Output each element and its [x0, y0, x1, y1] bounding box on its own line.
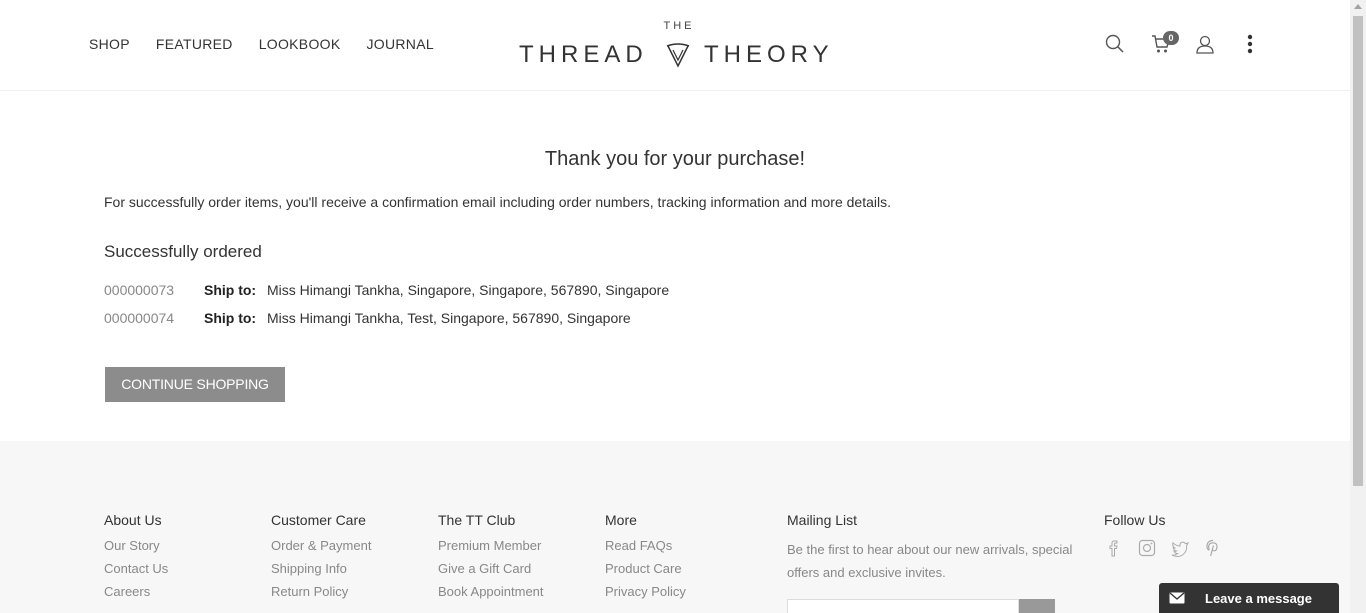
footer-link[interactable]: Our Story: [104, 538, 168, 553]
scroll-thumb[interactable]: [1353, 16, 1363, 486]
ship-to-label: Ship to:: [204, 310, 257, 326]
site-logo[interactable]: THE THREAD THEORY: [519, 20, 831, 72]
page-title: Thank you for your purchase!: [544, 148, 806, 170]
footer-more: More Read FAQs Product Care Privacy Poli…: [605, 512, 686, 607]
chat-label: Leave a message: [1205, 591, 1312, 606]
footer-heading: About Us: [104, 512, 162, 528]
nav-lookbook[interactable]: LOOKBOOK: [259, 36, 341, 52]
footer-customer-care: Customer Care Order & Payment Shipping I…: [271, 512, 371, 607]
instagram-icon[interactable]: [1137, 538, 1157, 558]
site-header: SHOP FEATURED LOOKBOOK JOURNAL THE THREA…: [0, 0, 1350, 91]
footer-link[interactable]: Product Care: [605, 561, 686, 576]
continue-shopping-button[interactable]: CONTINUE SHOPPING: [105, 367, 285, 402]
footer-about: About Us Our Story Contact Us Careers: [104, 512, 168, 607]
nav-featured[interactable]: FEATURED: [156, 36, 233, 52]
more-vertical-icon[interactable]: [1246, 34, 1254, 54]
site-footer: About Us Our Story Contact Us Careers Cu…: [0, 441, 1350, 613]
footer-link[interactable]: Contact Us: [104, 561, 168, 576]
footer-heading: Follow Us: [1104, 512, 1166, 528]
main-nav: SHOP FEATURED LOOKBOOK JOURNAL: [89, 36, 460, 52]
order-row: 000000074 Ship to: Miss Himangi Tankha, …: [104, 310, 631, 326]
footer-heading: Mailing List: [787, 512, 858, 528]
logo-word-theory: THEORY: [704, 41, 834, 68]
footer-link[interactable]: Careers: [104, 584, 168, 599]
user-icon[interactable]: [1196, 35, 1214, 54]
ship-to-address: Miss Himangi Tankha, Test, Singapore, 56…: [267, 310, 631, 326]
envelope-icon: [1169, 592, 1185, 604]
footer-link[interactable]: Order & Payment: [271, 538, 371, 553]
successfully-ordered-heading: Successfully ordered: [104, 242, 262, 261]
footer-heading: Customer Care: [271, 512, 366, 528]
social-links: [1104, 538, 1223, 558]
ship-to-label: Ship to:: [204, 282, 257, 298]
confirmation-info-text: For successfully order items, you'll rec…: [104, 194, 892, 210]
logo-word-thread: THREAD: [519, 41, 648, 68]
footer-link[interactable]: Shipping Info: [271, 561, 371, 576]
footer-link[interactable]: Return Policy: [271, 584, 371, 599]
footer-heading: The TT Club: [438, 512, 516, 528]
search-icon[interactable]: [1105, 34, 1125, 54]
page-scrollbar[interactable]: [1350, 0, 1366, 613]
footer-link[interactable]: Book Appointment: [438, 584, 544, 599]
footer-heading: More: [605, 512, 637, 528]
newsletter-submit-button[interactable]: [1019, 599, 1055, 613]
footer-mailing-list: Mailing List Be the first to hear about …: [787, 512, 1077, 584]
newsletter-email-input[interactable]: [787, 599, 1019, 613]
order-number-link[interactable]: 000000073: [104, 282, 204, 298]
logo-mark-icon: [666, 43, 690, 68]
ship-to-address: Miss Himangi Tankha, Singapore, Singapor…: [267, 282, 670, 298]
footer-link[interactable]: Privacy Policy: [605, 584, 686, 599]
order-row: 000000073 Ship to: Miss Himangi Tankha, …: [104, 282, 669, 298]
scroll-up-arrow-icon[interactable]: [1354, 4, 1362, 9]
nav-journal[interactable]: JOURNAL: [366, 36, 433, 52]
twitter-icon[interactable]: [1170, 538, 1190, 558]
cart-count-badge: 0: [1163, 31, 1179, 45]
chat-widget[interactable]: Leave a message: [1159, 583, 1339, 613]
facebook-icon[interactable]: [1104, 538, 1124, 558]
footer-link[interactable]: Premium Member: [438, 538, 544, 553]
footer-tt-club: The TT Club Premium Member Give a Gift C…: [438, 512, 544, 607]
footer-follow-us: Follow Us: [1104, 512, 1223, 558]
order-number-link[interactable]: 000000074: [104, 310, 204, 326]
footer-link[interactable]: Read FAQs: [605, 538, 686, 553]
nav-shop[interactable]: SHOP: [89, 36, 130, 52]
footer-link[interactable]: Give a Gift Card: [438, 561, 544, 576]
mailing-list-text: Be the first to hear about our new arriv…: [787, 542, 1073, 580]
pinterest-icon[interactable]: [1203, 538, 1223, 558]
logo-the: THE: [663, 20, 695, 32]
